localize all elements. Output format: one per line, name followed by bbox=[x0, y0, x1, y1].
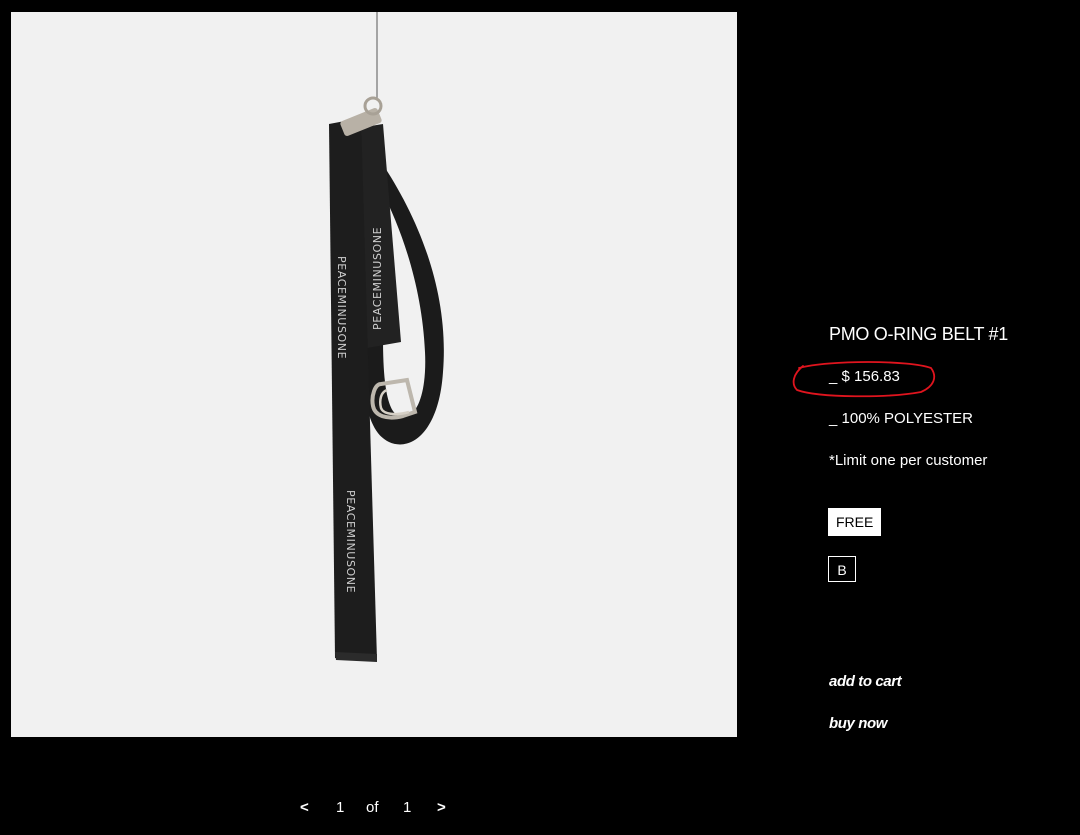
product-page: PEACEMINUSONE PEACEMINUSONE PEACEMINUSON… bbox=[0, 0, 1080, 835]
product-title: PMO O-RING BELT #1 bbox=[829, 324, 1008, 344]
belt-print-1: PEACEMINUSONE bbox=[335, 256, 348, 359]
page-of-label: of bbox=[366, 799, 379, 816]
next-page-button[interactable]: > bbox=[437, 798, 446, 818]
total-pages: 1 bbox=[403, 799, 412, 816]
product-info: PMO O-RING BELT #1 _ $ 156.83 _ 100% POL… bbox=[792, 320, 1069, 732]
belt-print-3: PEACEMINUSONE bbox=[344, 490, 357, 593]
belt-print-2: PEACEMINUSONE bbox=[371, 227, 384, 330]
purchase-limit-note: *Limit one per customer bbox=[829, 452, 988, 469]
prev-page-button[interactable]: < bbox=[300, 798, 309, 818]
current-page: 1 bbox=[336, 799, 345, 816]
size-option-free[interactable]: FREE bbox=[828, 508, 882, 536]
color-option-b[interactable]: B bbox=[828, 556, 856, 582]
add-to-cart-button[interactable]: add to cart bbox=[829, 673, 902, 690]
product-material: _ 100% POLYESTER bbox=[829, 410, 973, 427]
image-pagination: < 1 of 1 > bbox=[300, 798, 450, 818]
belt-image: PEACEMINUSONE PEACEMINUSONE PEACEMINUSON… bbox=[329, 12, 444, 662]
product-price: _ $ 156.83 bbox=[829, 368, 900, 385]
product-photo: PEACEMINUSONE PEACEMINUSONE PEACEMINUSON… bbox=[11, 12, 737, 737]
buy-now-button[interactable]: buy now bbox=[829, 715, 887, 732]
